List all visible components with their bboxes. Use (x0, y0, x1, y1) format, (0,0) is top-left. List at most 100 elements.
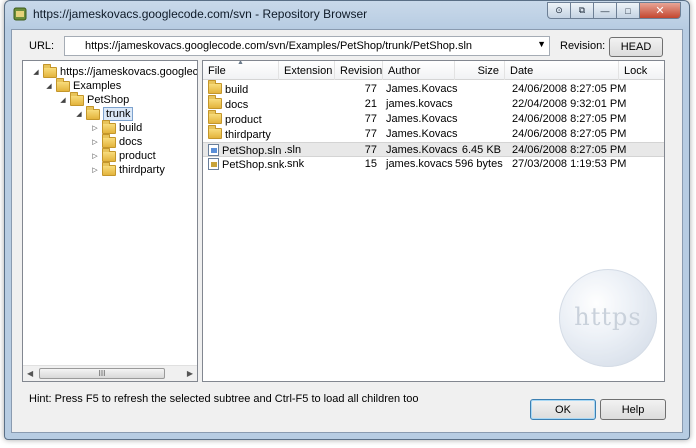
help-button[interactable]: Help (600, 399, 666, 420)
tortoise-app-icon (13, 7, 27, 21)
author-cell: james.kovacs (386, 158, 453, 170)
extension-cell: .snk (284, 158, 305, 170)
folder-icon (208, 80, 222, 94)
revision-cell: 77 (364, 128, 377, 140)
collapsed-arrow-icon[interactable]: ▷ (90, 138, 100, 146)
list-header: ▲ File Extension Revision Author Size Da… (203, 61, 664, 80)
column-header-date[interactable]: Date (505, 61, 619, 80)
tree-item-label: https://jameskovacs.googlecode.com/svn (60, 66, 198, 78)
file-name-cell: product (208, 110, 262, 126)
tree-item-root[interactable]: ◢ https://jameskovacs.googlecode.com/svn (31, 63, 198, 79)
file-name-cell: PetShop.snk (208, 158, 284, 171)
folder-icon (208, 125, 222, 139)
dialog-body: URL: https://jameskovacs.googlecode.com/… (11, 29, 683, 433)
column-header-file[interactable]: ▲ File (203, 61, 279, 80)
restore-icon-a[interactable]: ⊙ (547, 2, 571, 19)
folder-icon (56, 77, 70, 92)
expanded-arrow-icon[interactable]: ◢ (31, 68, 41, 76)
file-list[interactable]: ▲ File Extension Revision Author Size Da… (202, 60, 665, 382)
author-cell: james.kovacs (386, 98, 453, 110)
head-revision-button[interactable]: HEAD (609, 37, 663, 57)
extension-cell: .sln (284, 144, 302, 156)
maximize-button[interactable]: □ (616, 2, 640, 19)
tree-item-product[interactable]: ▷ product (90, 147, 156, 163)
key-file-icon (208, 158, 219, 170)
column-header-author[interactable]: Author (383, 61, 455, 80)
hint-text: Hint: Press F5 to refresh the selected s… (29, 393, 419, 405)
tree-item-label: thirdparty (119, 164, 165, 176)
table-row[interactable]: docs 21 james.kovacs 22/04/2008 9:32:01 … (203, 95, 664, 112)
column-header-size[interactable]: Size (455, 61, 505, 80)
ok-button[interactable]: OK (530, 399, 596, 420)
size-cell: 596 bytes (455, 158, 503, 170)
expanded-arrow-icon[interactable]: ◢ (44, 82, 54, 90)
folder-icon (86, 105, 100, 120)
author-cell: James.Kovacs (386, 113, 458, 125)
folder-icon (70, 91, 84, 106)
column-header-revision[interactable]: Revision (335, 61, 383, 80)
title-bar[interactable]: https://jameskovacs.googlecode.com/svn -… (5, 1, 689, 27)
collapsed-arrow-icon[interactable]: ▷ (90, 166, 100, 174)
collapsed-arrow-icon[interactable]: ▷ (90, 152, 100, 160)
column-header-lock[interactable]: Lock (619, 61, 664, 80)
revision-cell: 77 (364, 113, 377, 125)
tree-item-label: build (119, 122, 143, 134)
date-cell: 24/06/2008 8:27:05 PM (512, 144, 627, 156)
table-row[interactable]: thirdparty 77 James.Kovacs 24/06/2008 8:… (203, 125, 664, 142)
sort-ascending-icon: ▲ (237, 60, 244, 66)
collapsed-arrow-icon[interactable]: ▷ (90, 124, 100, 132)
author-cell: James.Kovacs (386, 144, 458, 156)
table-row[interactable]: product 77 James.Kovacs 24/06/2008 8:27:… (203, 110, 664, 127)
tree-item-label-selected: trunk (103, 107, 134, 121)
author-cell: James.Kovacs (386, 128, 458, 140)
watermark-text: https (574, 303, 642, 331)
table-row[interactable]: PetShop.snk .snk 15 james.kovacs 596 byt… (203, 157, 664, 172)
folder-icon (102, 133, 116, 148)
window-title: https://jameskovacs.googlecode.com/svn -… (33, 7, 368, 21)
url-value: https://jameskovacs.googlecode.com/svn/E… (85, 40, 473, 52)
date-cell: 24/06/2008 8:27:05 PM (512, 128, 627, 140)
table-row[interactable]: build 77 James.Kovacs 24/06/2008 8:27:05… (203, 80, 664, 97)
tree-item-label: docs (119, 136, 143, 148)
expanded-arrow-icon[interactable]: ◢ (58, 96, 68, 104)
close-button[interactable]: ✕ (639, 2, 681, 19)
revision-label: Revision: (560, 40, 606, 52)
tree-item-examples[interactable]: ◢ Examples (44, 77, 121, 93)
date-cell: 27/03/2008 1:19:53 PM (512, 158, 627, 170)
size-cell: 6.45 KB (461, 144, 501, 156)
revision-cell: 15 (364, 158, 377, 170)
solution-file-icon (208, 144, 219, 156)
https-globe-watermark: https (559, 269, 657, 367)
tree-item-label: product (119, 150, 156, 162)
folder-icon (208, 110, 222, 124)
author-cell: James.Kovacs (386, 83, 458, 95)
tree-item-trunk[interactable]: ◢ trunk (74, 105, 134, 121)
tree-item-build[interactable]: ▷ build (90, 119, 143, 135)
folder-icon (102, 119, 116, 134)
expanded-arrow-icon[interactable]: ◢ (74, 110, 84, 118)
revision-cell: 77 (364, 144, 377, 156)
url-label: URL: (29, 40, 55, 52)
revision-cell: 21 (364, 98, 377, 110)
date-cell: 22/04/2008 9:32:01 PM (512, 98, 627, 110)
scroll-right-icon[interactable]: ▶ (187, 369, 193, 378)
repository-tree[interactable]: ◢ https://jameskovacs.googlecode.com/svn… (22, 60, 198, 382)
folder-icon (208, 95, 222, 109)
scroll-thumb[interactable]: III (39, 368, 165, 379)
scroll-grip-icon: III (98, 369, 106, 378)
minimize-button[interactable]: — (593, 2, 617, 19)
restore-icon-b[interactable]: ⧉ (570, 2, 594, 19)
file-name-cell: PetShop.sln (208, 144, 281, 157)
dropdown-arrow-icon[interactable]: ▼ (537, 39, 546, 49)
tree-item-petshop[interactable]: ◢ PetShop (58, 91, 129, 107)
tree-item-docs[interactable]: ▷ docs (90, 133, 143, 149)
date-cell: 24/06/2008 8:27:05 PM (512, 113, 627, 125)
table-row-selected[interactable]: PetShop.sln .sln 77 James.Kovacs 6.45 KB… (203, 142, 664, 157)
tree-item-thirdparty[interactable]: ▷ thirdparty (90, 161, 165, 177)
tree-horizontal-scrollbar[interactable]: ◀ III ▶ (23, 365, 197, 381)
date-cell: 24/06/2008 8:27:05 PM (512, 83, 627, 95)
column-header-extension[interactable]: Extension (279, 61, 335, 80)
file-name-cell: thirdparty (208, 125, 271, 141)
scroll-left-icon[interactable]: ◀ (27, 369, 33, 378)
url-combobox[interactable]: https://jameskovacs.googlecode.com/svn/E… (64, 36, 550, 56)
